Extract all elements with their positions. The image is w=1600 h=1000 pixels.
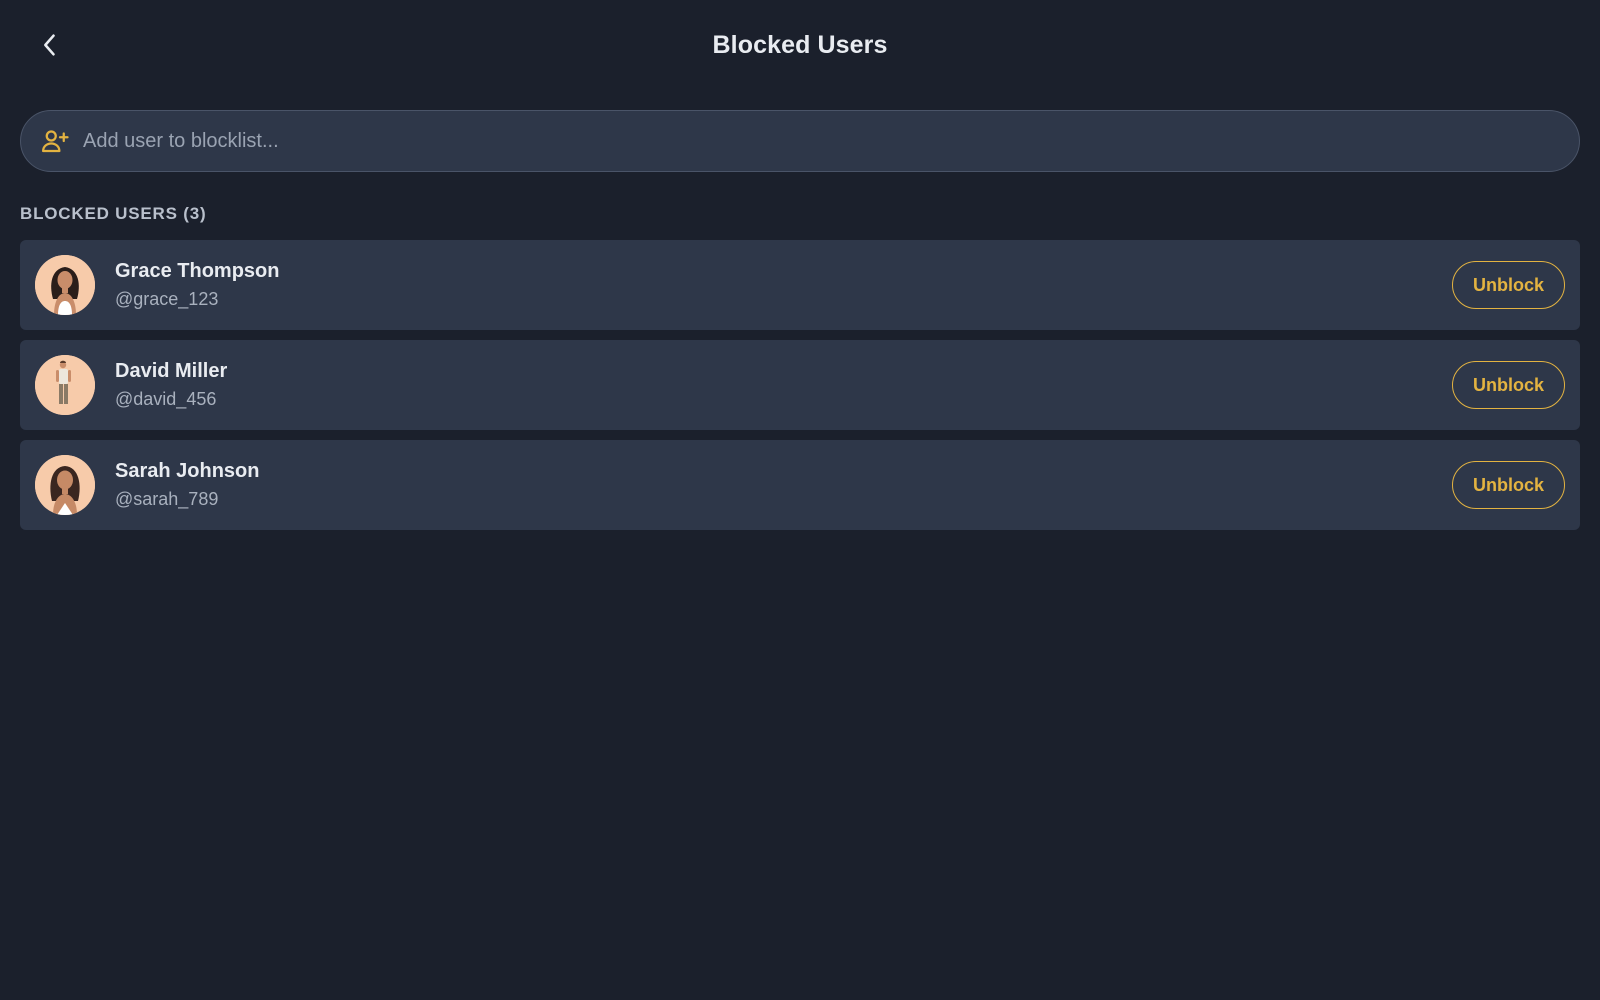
page-title: Blocked Users <box>712 30 888 59</box>
user-info: David Miller @david_456 <box>115 360 1452 410</box>
user-handle: @david_456 <box>115 389 217 409</box>
section-label: BLOCKED USERS (3) <box>20 204 207 223</box>
avatar <box>35 355 95 415</box>
user-name: Sarah Johnson <box>115 460 260 482</box>
avatar <box>35 455 95 515</box>
user-info: Sarah Johnson @sarah_789 <box>115 460 1452 510</box>
avatar <box>35 255 95 315</box>
blocked-user-row: Sarah Johnson @sarah_789 Unblock <box>20 440 1580 530</box>
chevron-left-icon <box>44 34 55 56</box>
add-user-input[interactable] <box>81 128 1561 154</box>
user-handle: @sarah_789 <box>115 489 219 509</box>
unblock-button[interactable]: Unblock <box>1452 461 1565 509</box>
user-name: David Miller <box>115 360 228 382</box>
user-plus-icon <box>39 125 71 157</box>
back-button[interactable] <box>30 25 70 65</box>
unblock-button[interactable]: Unblock <box>1452 361 1565 409</box>
blocked-users-screen: Blocked Users BLOCKED USERS (3) <box>0 0 1600 1000</box>
blocked-user-row: David Miller @david_456 Unblock <box>20 340 1580 430</box>
blocked-user-list: Grace Thompson @grace_123 Unblock David … <box>20 240 1580 530</box>
user-name: Grace Thompson <box>115 260 280 282</box>
user-info: Grace Thompson @grace_123 <box>115 260 1452 310</box>
user-handle: @grace_123 <box>115 289 219 309</box>
header: Blocked Users <box>20 0 1580 90</box>
unblock-button[interactable]: Unblock <box>1452 261 1565 309</box>
blocked-user-row: Grace Thompson @grace_123 Unblock <box>20 240 1580 330</box>
add-user-search-bar[interactable] <box>20 110 1580 172</box>
